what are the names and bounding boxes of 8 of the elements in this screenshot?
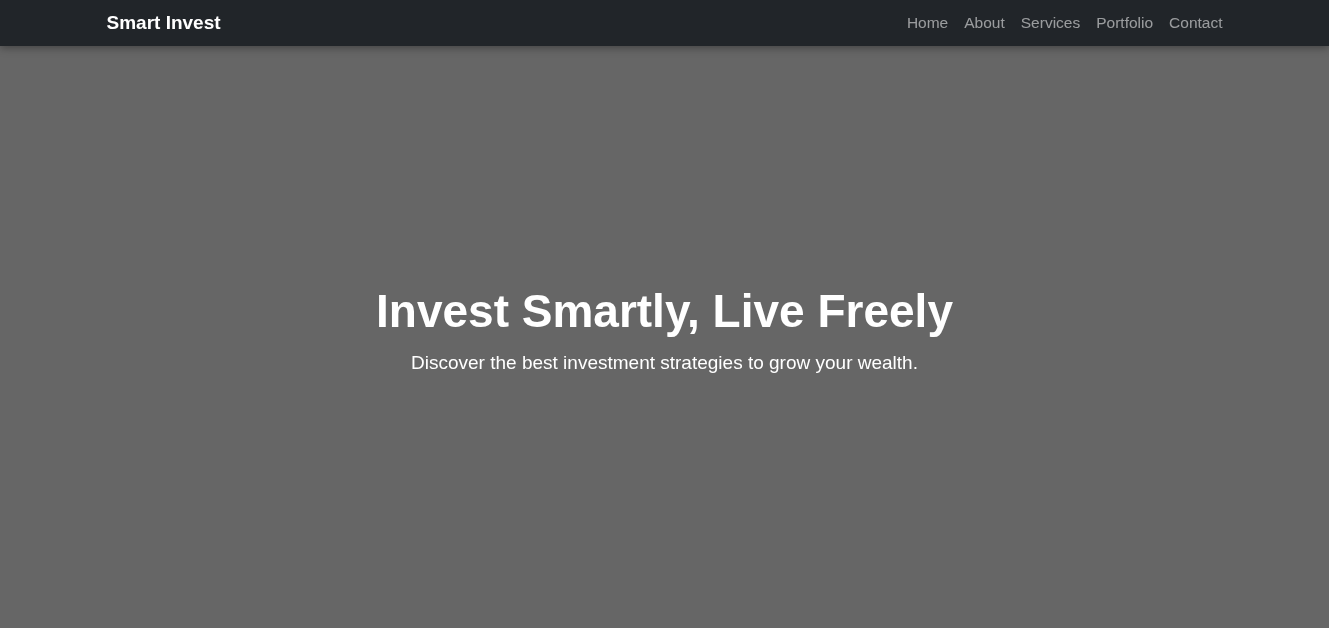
nav-link[interactable]: Services	[1012, 11, 1089, 35]
nav-link[interactable]: Portfolio	[1088, 11, 1162, 35]
nav-link[interactable]: Home	[898, 11, 957, 35]
hero-subtitle: Discover the best investment strategies to grow your wealth.	[411, 351, 918, 376]
nav-link[interactable]: About	[956, 11, 1013, 35]
nav-link[interactable]: Contact	[1161, 11, 1223, 35]
brand-link[interactable]: Smart Invest	[106, 8, 221, 38]
hero-title: Invest Smartly, Live Freely	[376, 284, 953, 340]
